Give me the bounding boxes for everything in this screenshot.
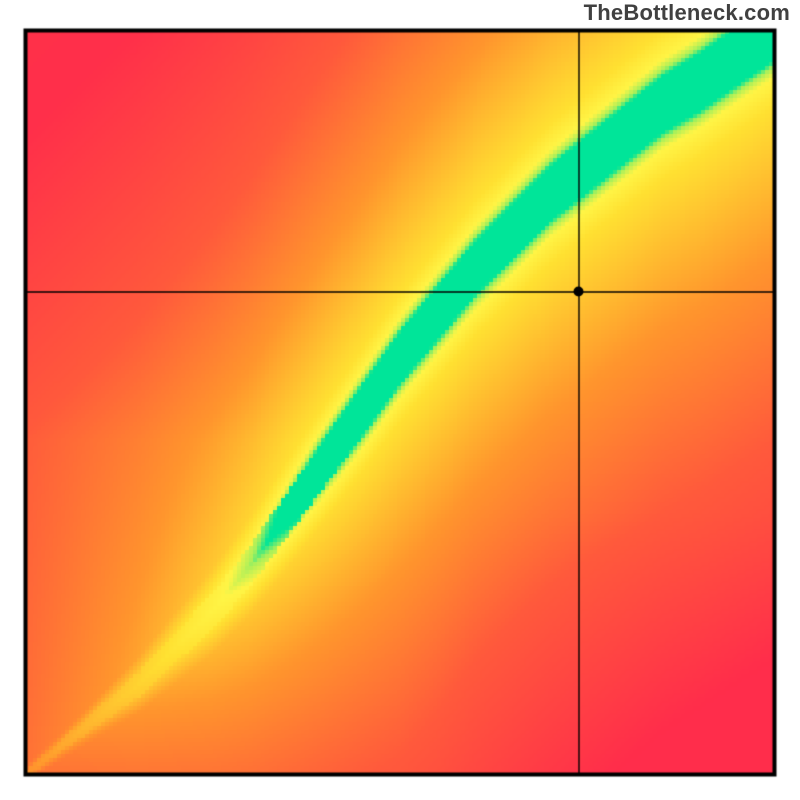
- watermark-text: TheBottleneck.com: [584, 0, 790, 26]
- chart-container: TheBottleneck.com: [0, 0, 800, 800]
- bottleneck-heatmap: [0, 0, 800, 800]
